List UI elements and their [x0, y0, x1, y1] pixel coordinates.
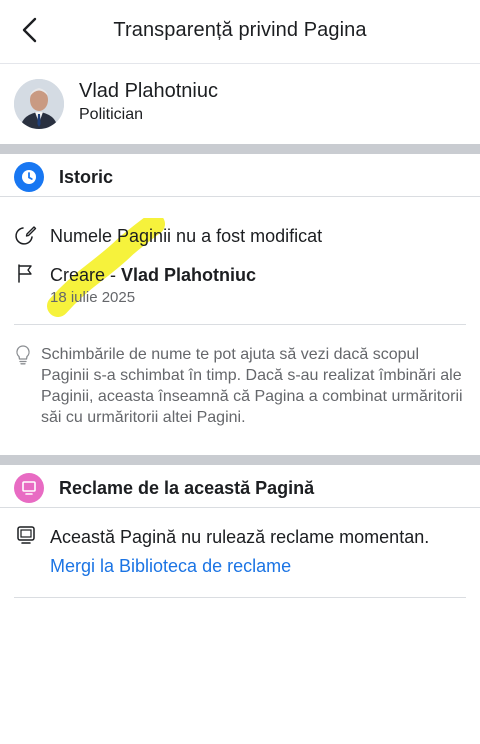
history-section-header: Istoric	[0, 155, 480, 197]
separator-line	[14, 597, 466, 598]
lightbulb-icon	[13, 344, 33, 366]
ad-library-link[interactable]: Mergi la Biblioteca de reclame	[50, 556, 291, 577]
history-title: Istoric	[59, 167, 114, 187]
ads-title: Reclame de la această Pagină	[59, 478, 315, 498]
page-profile: Vlad Plahotniuc Politician	[0, 64, 480, 144]
history-info-text: Schimbările de nume te pot ajuta să vezi…	[41, 346, 463, 426]
avatar[interactable]	[14, 79, 64, 129]
monitor-icon	[14, 523, 38, 547]
creation-date: 18 iulie 2025	[50, 289, 136, 306]
page-title: Transparență privind Pagina	[113, 19, 367, 41]
page-name[interactable]: Vlad Plahotniuc	[79, 80, 218, 103]
creation-entry: Creare - Vlad Plahotniuc	[50, 265, 256, 286]
creation-label: Creare -	[50, 265, 122, 285]
ad-monitor-icon	[14, 473, 44, 503]
page-category: Politician	[79, 106, 144, 123]
edit-icon	[14, 223, 38, 247]
name-change-status: Numele Paginii nu a fost modificat	[50, 226, 323, 246]
separator-line	[14, 324, 466, 325]
clock-icon	[14, 162, 44, 192]
top-bar: Transparență privind Pagina	[0, 0, 480, 64]
ads-status: Această Pagină nu rulează reclame moment…	[50, 527, 430, 547]
section-divider	[0, 144, 480, 154]
section-divider	[0, 455, 480, 465]
creation-page-name: Vlad Plahotniuc	[121, 265, 257, 285]
ads-section-header: Reclame de la această Pagină	[0, 466, 480, 508]
flag-icon	[14, 261, 38, 285]
